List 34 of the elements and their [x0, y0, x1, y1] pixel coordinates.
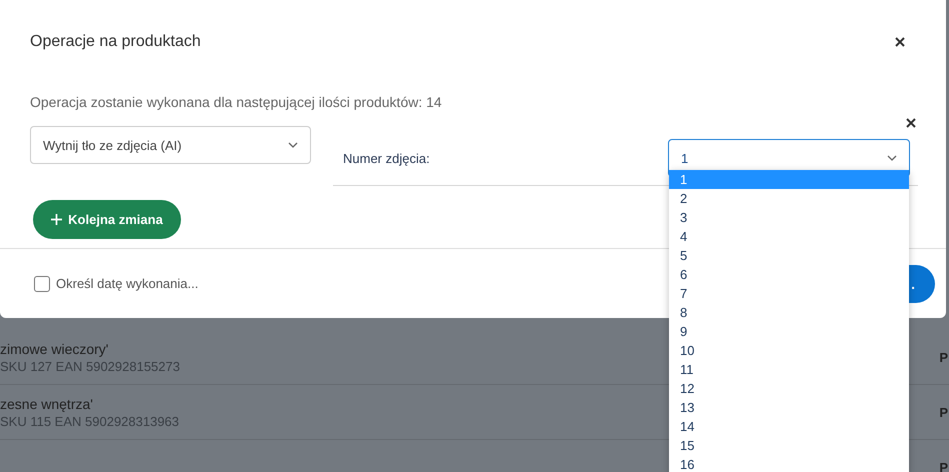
- product-name: zimowe wieczory': [0, 340, 110, 356]
- dropdown-option[interactable]: 13: [669, 398, 909, 417]
- operation-select[interactable]: Wytnij tło ze zdjęcia (AI): [30, 126, 311, 164]
- dropdown-option[interactable]: 4: [669, 227, 909, 246]
- dialog-title: Operacje na produktach: [30, 33, 201, 51]
- dropdown-option[interactable]: 2: [669, 189, 909, 208]
- dropdown-option[interactable]: 9: [669, 322, 909, 341]
- dropdown-option[interactable]: 6: [669, 265, 909, 284]
- dropdown-option[interactable]: 5: [669, 246, 909, 265]
- dropdown-option[interactable]: 7: [669, 284, 909, 303]
- dropdown-option[interactable]: 14: [669, 417, 909, 436]
- dropdown-option[interactable]: 16: [669, 455, 909, 472]
- product-codes: SKU 127 EAN 5902928155273: [0, 358, 180, 374]
- info-text: Operacja zostanie wykonana dla następującej ilości produktów: 14: [30, 94, 443, 112]
- chevron-down-icon: [288, 142, 298, 148]
- product-name: zesne wnętrza': [0, 396, 94, 412]
- table-cell: P: [939, 350, 948, 364]
- table-cell: P: [939, 460, 948, 472]
- close-icon[interactable]: [895, 37, 905, 47]
- chevron-down-icon: [887, 155, 897, 161]
- product-codes: SKU 115 EAN 5902928313963: [0, 414, 180, 428]
- dropdown-option[interactable]: 8: [669, 303, 909, 322]
- close-icon[interactable]: [906, 118, 916, 128]
- dropdown-option[interactable]: 12: [669, 379, 909, 398]
- plus-icon: [51, 214, 62, 225]
- checkbox[interactable]: [34, 276, 50, 292]
- add-change-button[interactable]: Kolejna zmiana: [33, 200, 181, 239]
- dropdown-option[interactable]: 10: [669, 341, 909, 360]
- table-cell: P: [939, 404, 948, 420]
- dropdown-option[interactable]: 15: [669, 436, 909, 455]
- dropdown-option[interactable]: 3: [669, 208, 909, 227]
- dropdown-option[interactable]: 11: [669, 360, 909, 379]
- field-label: Numer zdjęcia:: [343, 150, 430, 166]
- checkbox-label: Określ datę wykonania...: [56, 276, 198, 291]
